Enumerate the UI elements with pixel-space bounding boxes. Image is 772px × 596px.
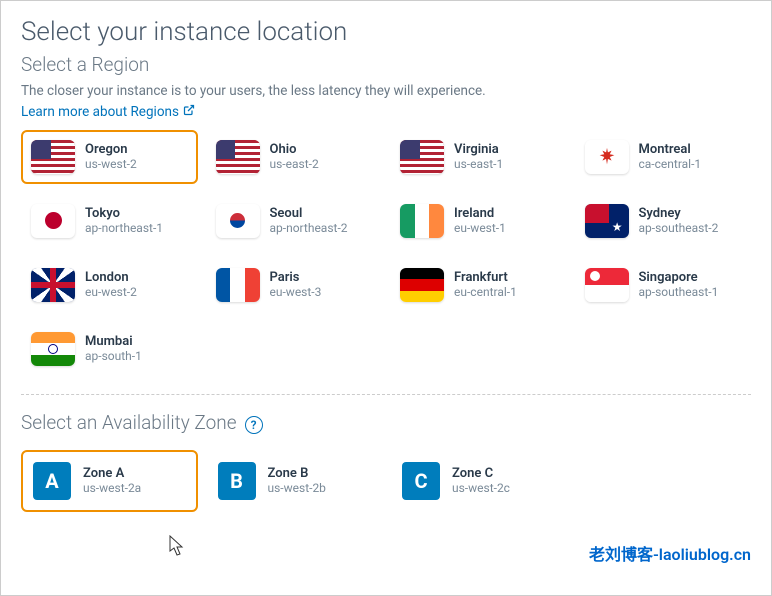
region-card-ap-northeast-2[interactable]: Seoul ap-northeast-2: [206, 194, 383, 248]
az-name: Zone A: [83, 466, 141, 481]
region-name: London: [85, 270, 137, 285]
flag-us-icon: [216, 140, 260, 174]
az-badge-icon: A: [33, 462, 71, 500]
region-card-us-west-2[interactable]: Oregon us-west-2: [21, 130, 198, 184]
region-card-us-east-2[interactable]: Ohio us-east-2: [206, 130, 383, 184]
az-subtitle: Select an Availability Zone: [21, 411, 237, 434]
az-badge-icon: B: [218, 462, 256, 500]
region-name: Frankfurt: [454, 270, 517, 285]
region-code: ap-northeast-1: [85, 221, 163, 235]
region-code: ap-southeast-1: [639, 285, 719, 299]
regions-grid: Oregon us-west-2 Ohio us-east-2 Virginia…: [21, 130, 751, 376]
az-name: Zone C: [452, 466, 510, 481]
help-icon[interactable]: ?: [245, 416, 263, 434]
flag-in-icon: [31, 332, 75, 366]
region-name: Mumbai: [85, 334, 142, 349]
region-code: eu-central-1: [454, 285, 517, 299]
region-description: The closer your instance is to your user…: [21, 82, 751, 101]
az-card-us-west-2b[interactable]: B Zone B us-west-2b: [206, 450, 383, 512]
watermark-text: 老刘博客-laoliublog.cn: [589, 541, 751, 565]
region-card-eu-west-2[interactable]: London eu-west-2: [21, 258, 198, 312]
region-code: ap-southeast-2: [639, 221, 719, 235]
flag-gb-icon: [31, 268, 75, 302]
region-code: eu-west-2: [85, 285, 137, 299]
mouse-cursor-icon: [169, 535, 187, 561]
flag-kr-icon: [216, 204, 260, 238]
az-code: us-west-2a: [83, 481, 141, 495]
az-badge-icon: C: [402, 462, 440, 500]
region-card-ap-southeast-2[interactable]: Sydney ap-southeast-2: [575, 194, 752, 248]
region-subtitle: Select a Region: [21, 53, 751, 76]
region-card-ap-northeast-1[interactable]: Tokyo ap-northeast-1: [21, 194, 198, 248]
external-link-icon: [183, 104, 195, 119]
region-code: ap-south-1: [85, 349, 142, 363]
region-card-ap-southeast-1[interactable]: Singapore ap-southeast-1: [575, 258, 752, 312]
region-code: us-east-1: [454, 157, 503, 171]
region-code: ap-northeast-2: [270, 221, 348, 235]
region-card-us-east-1[interactable]: Virginia us-east-1: [390, 130, 567, 184]
region-code: ca-central-1: [639, 157, 702, 171]
flag-au-icon: [585, 204, 629, 238]
region-name: Virginia: [454, 142, 503, 157]
learn-more-link[interactable]: Learn more about Regions: [21, 104, 195, 120]
flag-us-icon: [400, 140, 444, 174]
region-name: Paris: [270, 270, 322, 285]
region-name: Sydney: [639, 206, 719, 221]
az-code: us-west-2b: [268, 481, 326, 495]
region-code: eu-west-1: [454, 221, 506, 235]
region-card-eu-west-1[interactable]: Ireland eu-west-1: [390, 194, 567, 248]
region-name: Seoul: [270, 206, 348, 221]
page-title: Select your instance location: [21, 17, 751, 47]
flag-ca-icon: [585, 140, 629, 174]
az-name: Zone B: [268, 466, 326, 481]
region-name: Ohio: [270, 142, 319, 157]
section-divider: [21, 394, 751, 395]
flag-sg-icon: [585, 268, 629, 302]
region-card-eu-central-1[interactable]: Frankfurt eu-central-1: [390, 258, 567, 312]
az-grid: A Zone A us-west-2a B Zone B us-west-2b …: [21, 450, 751, 512]
learn-more-label: Learn more about Regions: [21, 104, 179, 120]
flag-us-icon: [31, 140, 75, 174]
flag-ie-icon: [400, 204, 444, 238]
region-code: us-west-2: [85, 157, 137, 171]
region-card-ap-south-1[interactable]: Mumbai ap-south-1: [21, 322, 198, 376]
az-code: us-west-2c: [452, 481, 510, 495]
region-name: Montreal: [639, 142, 702, 157]
region-code: us-east-2: [270, 157, 319, 171]
region-name: Tokyo: [85, 206, 163, 221]
flag-de-icon: [400, 268, 444, 302]
region-name: Oregon: [85, 142, 137, 157]
region-card-eu-west-3[interactable]: Paris eu-west-3: [206, 258, 383, 312]
flag-jp-icon: [31, 204, 75, 238]
region-card-ca-central-1[interactable]: Montreal ca-central-1: [575, 130, 752, 184]
az-card-us-west-2a[interactable]: A Zone A us-west-2a: [21, 450, 198, 512]
region-name: Singapore: [639, 270, 719, 285]
flag-fr-icon: [216, 268, 260, 302]
region-name: Ireland: [454, 206, 506, 221]
az-card-us-west-2c[interactable]: C Zone C us-west-2c: [390, 450, 567, 512]
region-code: eu-west-3: [270, 285, 322, 299]
